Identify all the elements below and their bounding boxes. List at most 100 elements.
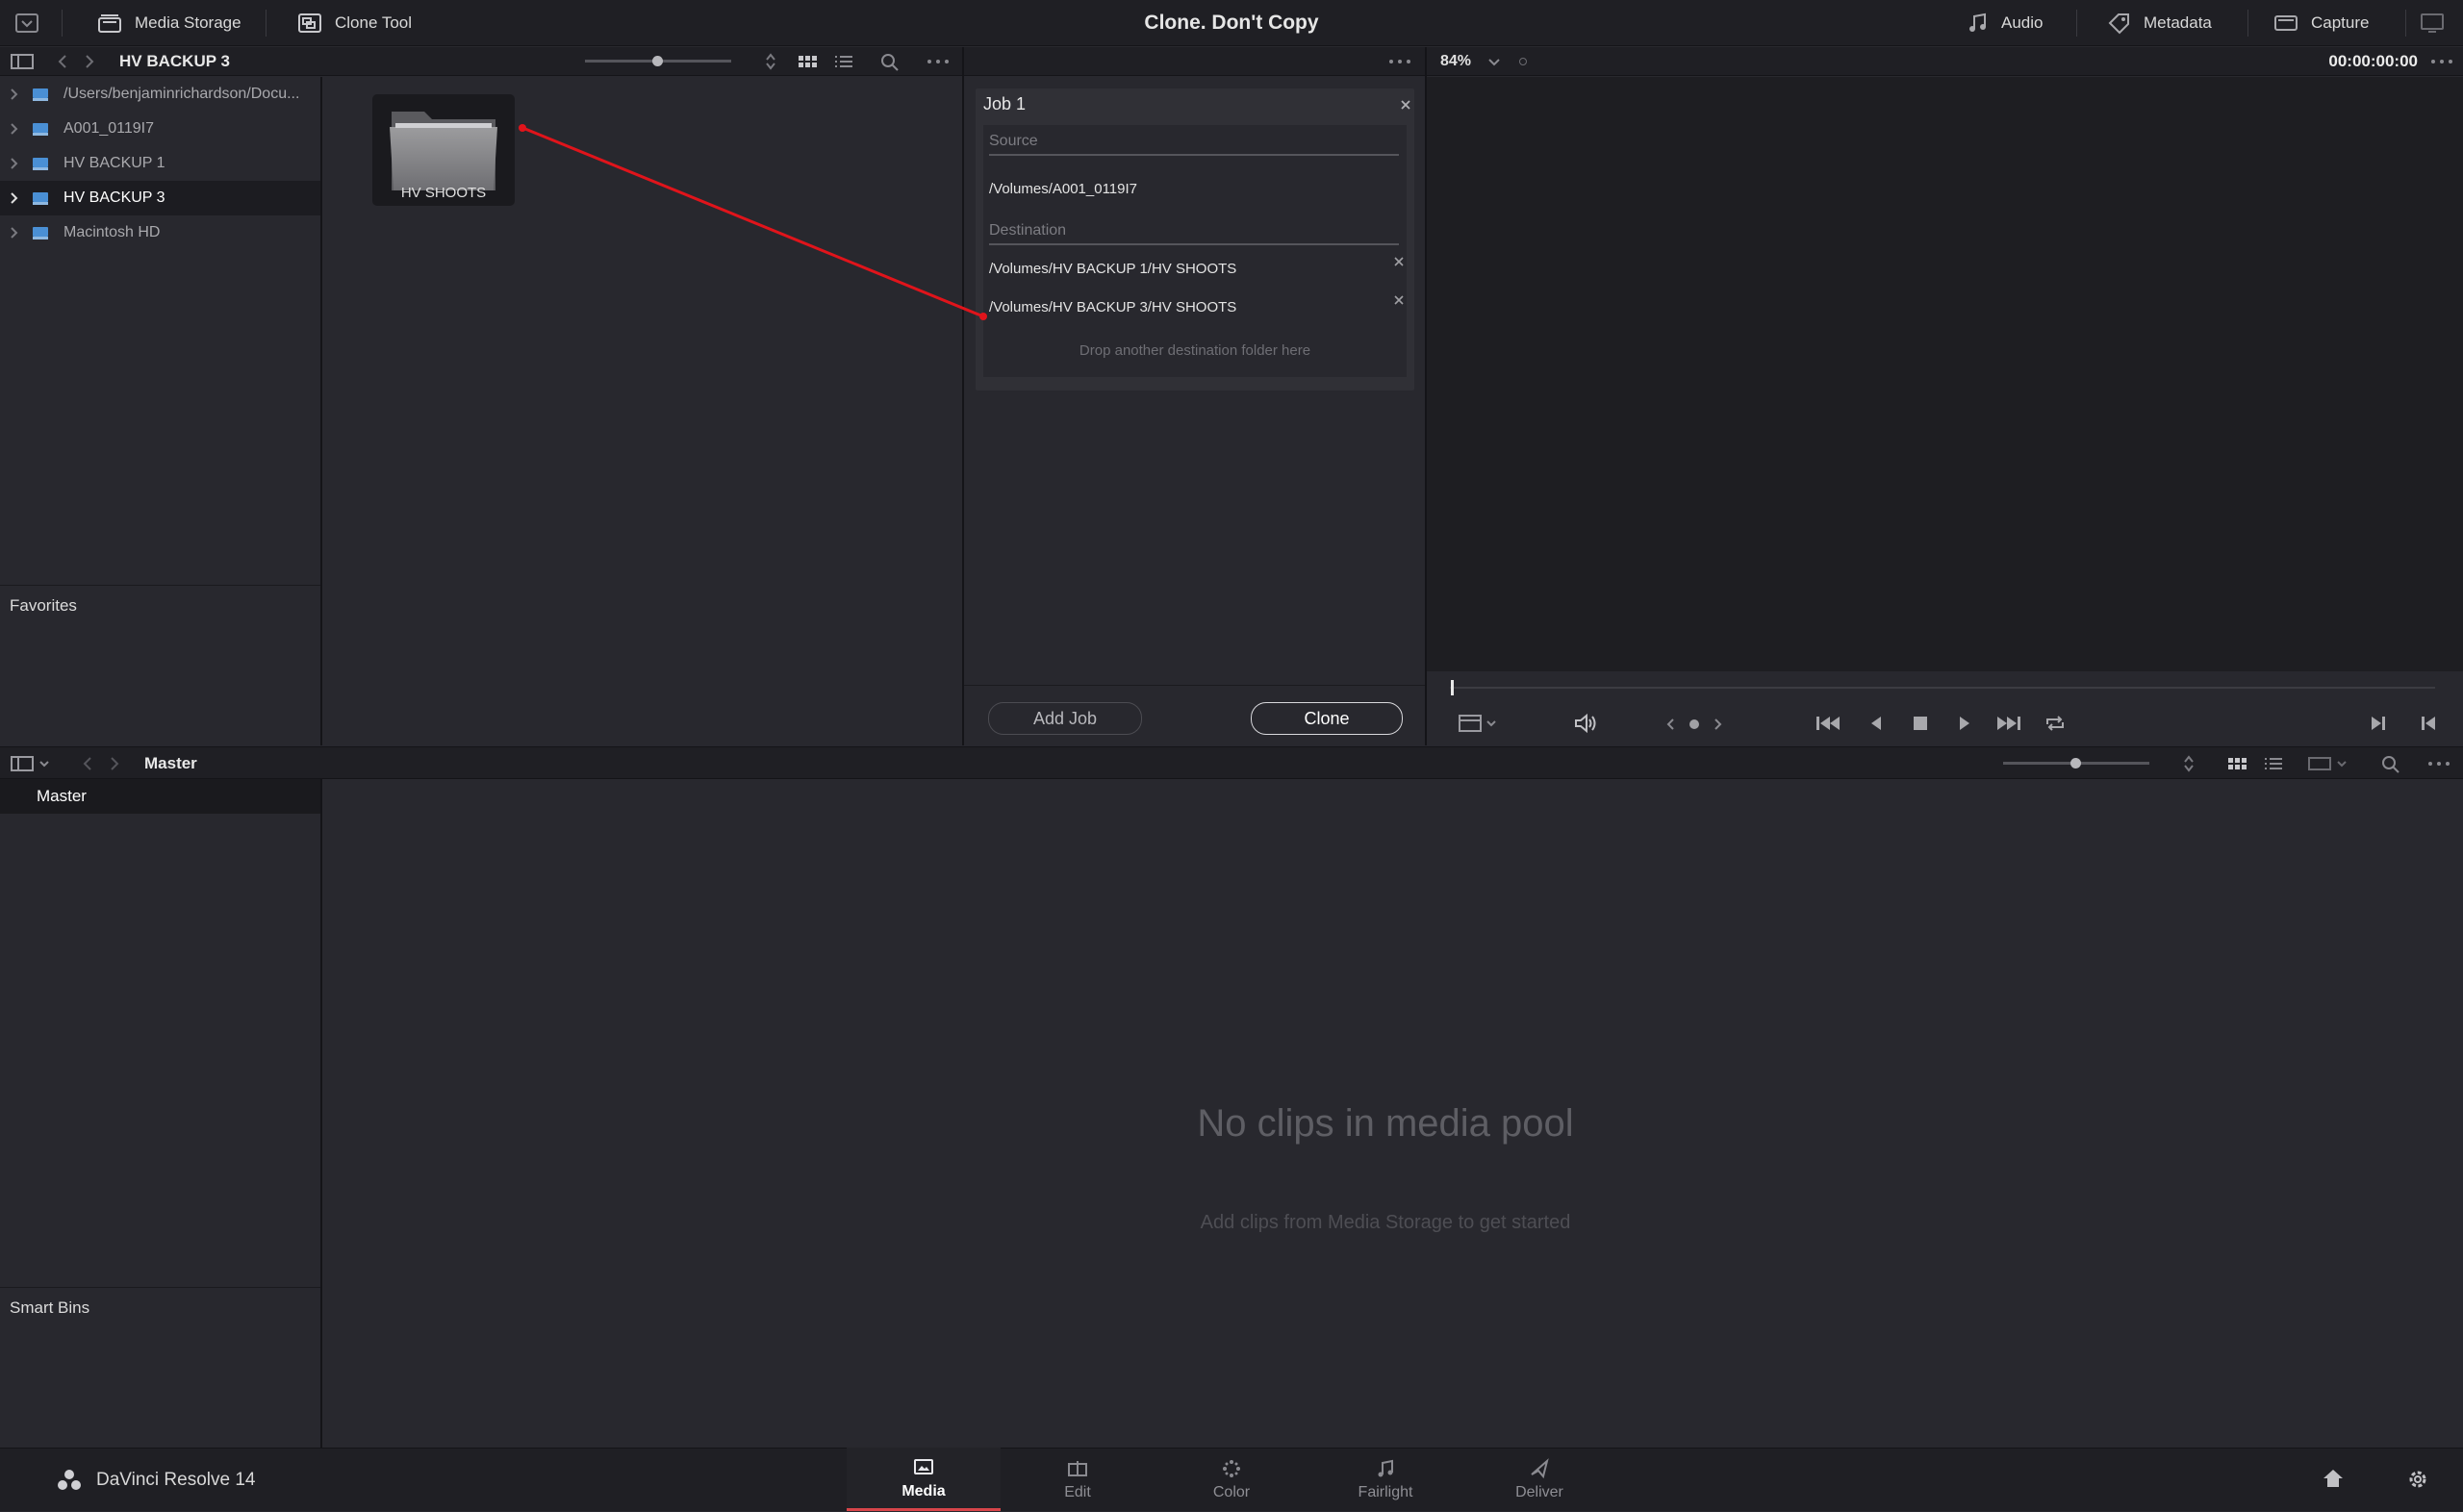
- pool-search-button[interactable]: [2380, 754, 2401, 773]
- grid-icon: [799, 56, 817, 67]
- source-path[interactable]: /Volumes/A001_0119I7: [989, 181, 1137, 197]
- media-pool-area[interactable]: No clips in media pool Add clips from Me…: [322, 779, 2463, 1448]
- remove-destination-2-button[interactable]: [1393, 294, 1405, 306]
- metadata-button[interactable]: Metadata: [2107, 0, 2212, 46]
- search-icon: [2382, 756, 2400, 773]
- pool-thumbnail-view-button[interactable]: [2226, 754, 2247, 773]
- play-button[interactable]: [1954, 713, 1975, 734]
- zoom-level[interactable]: 84%: [1440, 47, 1471, 76]
- jog-control[interactable]: [1665, 716, 1723, 733]
- storage-tree-label: HV BACKUP 1: [63, 155, 165, 171]
- pool-list-view-button[interactable]: [2263, 754, 2284, 773]
- empty-pool-subtitle: Add clips from Media Storage to get star…: [1200, 1212, 1571, 1233]
- destination-path-2[interactable]: /Volumes/HV BACKUP 3/HV SHOOTS: [989, 299, 1236, 315]
- capture-button[interactable]: Capture: [2273, 0, 2369, 46]
- page-tab-fairlight[interactable]: Fairlight: [1308, 1448, 1462, 1511]
- drive-icon: [31, 121, 50, 137]
- page-tab-color[interactable]: Color: [1155, 1448, 1308, 1511]
- page-tab-label: Media: [901, 1482, 946, 1499]
- source-label: Source: [989, 133, 1038, 149]
- list-icon: [2265, 758, 2282, 769]
- storage-tree-item[interactable]: HV BACKUP 3: [0, 181, 320, 215]
- home-icon: [2323, 1470, 2343, 1487]
- chevron-right-icon: [86, 55, 94, 68]
- thumbnail-view-button[interactable]: [797, 52, 818, 71]
- more-options-icon: [927, 60, 949, 63]
- remove-destination-1-button[interactable]: [1393, 256, 1405, 267]
- destination-label: Destination: [989, 222, 1067, 239]
- scrubber-track[interactable]: [1450, 687, 2435, 689]
- list-view-button[interactable]: [833, 52, 854, 71]
- chevron-right-icon[interactable]: [10, 226, 27, 239]
- settings-button[interactable]: [2405, 1467, 2430, 1492]
- storage-tree-label: HV BACKUP 3: [63, 189, 165, 206]
- page-tab-deliver[interactable]: Deliver: [1462, 1448, 1616, 1511]
- close-job-button[interactable]: [1399, 98, 1412, 112]
- playhead[interactable]: [1451, 680, 1454, 695]
- destination-path-1[interactable]: /Volumes/HV BACKUP 1/HV SHOOTS: [989, 261, 1236, 277]
- grid-icon: [2228, 758, 2247, 769]
- pool-metadata-view-button[interactable]: [2307, 754, 2355, 773]
- play-reverse-button[interactable]: [1866, 713, 1887, 734]
- go-to-start-button[interactable]: [1814, 713, 1842, 734]
- loop-button[interactable]: [2043, 713, 2068, 734]
- home-button[interactable]: [2321, 1467, 2346, 1490]
- mark-out-button[interactable]: [2368, 713, 2389, 734]
- jog-icon: [1666, 718, 1722, 730]
- chevron-right-icon[interactable]: [10, 157, 27, 170]
- pool-back-button[interactable]: [81, 755, 94, 772]
- storage-tree-item[interactable]: A001_0119I7: [0, 112, 320, 146]
- edit-page-icon: [1068, 1461, 1087, 1476]
- sort-button[interactable]: [762, 52, 779, 71]
- search-button[interactable]: [879, 52, 901, 71]
- viewer-options-button[interactable]: [2429, 52, 2454, 71]
- viewer-status-dot: [1519, 58, 1527, 65]
- metadata-label: Metadata: [2144, 13, 2212, 32]
- back-button[interactable]: [56, 53, 69, 70]
- go-to-end-button[interactable]: [1994, 713, 2023, 734]
- page-tab-edit[interactable]: Edit: [1001, 1448, 1155, 1511]
- chevron-right-icon[interactable]: [10, 122, 27, 136]
- destination-divider: [989, 243, 1399, 245]
- add-job-button[interactable]: Add Job: [988, 702, 1142, 735]
- folder-name: HV SHOOTS: [400, 185, 487, 201]
- storage-options-button[interactable]: [926, 52, 951, 71]
- stop-button[interactable]: [1910, 713, 1931, 734]
- transport-area: [1427, 671, 2463, 745]
- mark-in-button[interactable]: [2418, 713, 2439, 734]
- fullscreen-button[interactable]: [2419, 0, 2446, 46]
- deliver-page-icon: [1531, 1458, 1549, 1478]
- media-storage-button[interactable]: Media Storage: [96, 0, 241, 46]
- workspace-menu-button[interactable]: [13, 0, 40, 46]
- chevron-right-icon[interactable]: [10, 191, 27, 205]
- clip-view-icon: [2308, 757, 2347, 770]
- storage-tree-item[interactable]: /Users/benjaminrichardson/Docu...: [0, 77, 320, 112]
- pool-thumbnail-slider-handle[interactable]: [2070, 758, 2081, 769]
- pool-sidebar-toggle-button[interactable]: [10, 754, 56, 773]
- viewer-mode-button[interactable]: [1458, 713, 1500, 734]
- favorites-header: Favorites: [10, 596, 77, 615]
- pool-options-button[interactable]: [2426, 754, 2451, 773]
- sidebar-toggle-button[interactable]: [10, 52, 35, 71]
- pool-forward-button[interactable]: [108, 755, 121, 772]
- storage-tree-item[interactable]: HV BACKUP 1: [0, 146, 320, 181]
- clone-tool-button[interactable]: Clone Tool: [296, 0, 412, 46]
- zoom-dropdown-button[interactable]: [1486, 53, 1502, 70]
- bin-master[interactable]: Master: [0, 779, 320, 814]
- thumbnail-size-slider-handle[interactable]: [652, 56, 663, 66]
- media-pool-toolbar: Master: [0, 746, 2463, 779]
- clone-options-button[interactable]: [1387, 52, 1412, 71]
- drive-icon: [31, 156, 50, 171]
- storage-tree-item[interactable]: Macintosh HD: [0, 215, 320, 250]
- audio-button[interactable]: Audio: [1967, 0, 2043, 46]
- forward-button[interactable]: [83, 53, 96, 70]
- drop-destination-hint[interactable]: Drop another destination folder here: [983, 342, 1407, 359]
- pool-title: Master: [144, 754, 197, 772]
- viewer-screen[interactable]: [1427, 77, 2463, 671]
- page-tab-media[interactable]: Media: [847, 1448, 1001, 1511]
- chevron-right-icon[interactable]: [10, 88, 27, 101]
- pool-sort-button[interactable]: [2180, 754, 2197, 773]
- clone-button[interactable]: Clone: [1251, 702, 1403, 735]
- volume-button[interactable]: [1573, 713, 1598, 734]
- clone-tool-panel: Job 1 Source /Volumes/A001_0119I7 Destin…: [964, 77, 1425, 685]
